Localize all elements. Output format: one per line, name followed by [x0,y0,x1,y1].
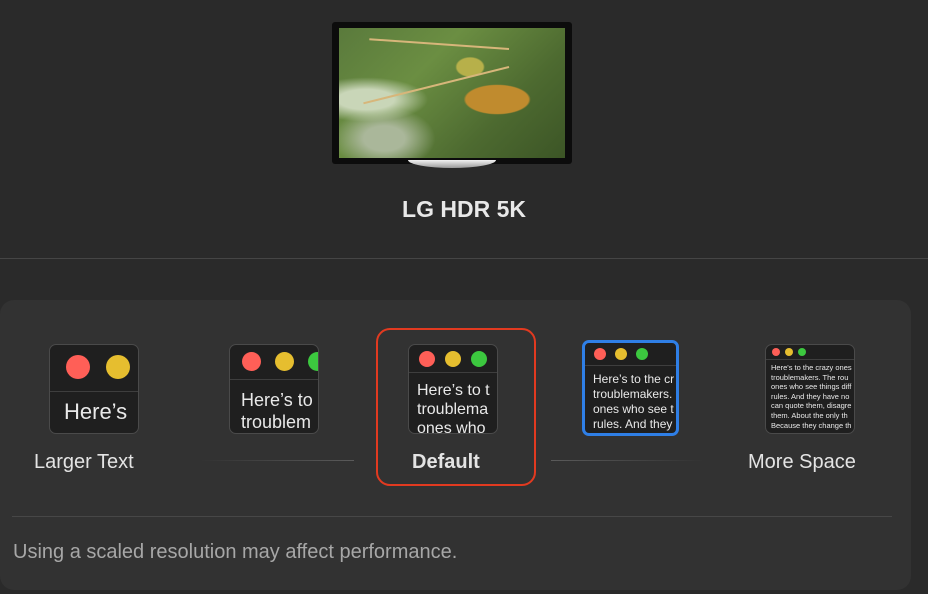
section-divider [0,258,928,259]
preview-text: Here’s to t troublema ones who [417,382,490,434]
close-dot-icon [242,352,261,371]
preview-text: Here’s [64,399,128,424]
display-name: LG HDR 5K [402,196,526,222]
mantis-antenna [363,66,510,105]
minimize-dot-icon [106,355,130,379]
resolution-option-4[interactable]: Here’s to the cr troublemakers. ones who… [582,340,679,436]
resolution-option-default[interactable]: Here’s to t troublema ones who [408,344,498,434]
performance-note: Using a scaled resolution may affect per… [13,541,458,563]
resolution-option-more-space[interactable]: Here's to the crazy ones troublemakers. … [765,344,855,434]
zoom-dot-icon [308,352,318,371]
minimize-dot-icon [445,351,461,367]
minimize-dot-icon [615,348,627,360]
window-titlebar [585,343,676,366]
close-dot-icon [594,348,606,360]
display-header: LG HDR 5K [0,0,928,258]
resolution-option-larger-text[interactable]: Here’s [49,344,139,434]
mantis-antenna [369,38,510,50]
monitor-stand-icon [408,160,496,168]
option-label-larger-text: Larger Text [34,451,134,473]
option-label-more-space: More Space [748,451,856,473]
minimize-dot-icon [785,348,793,356]
panel-divider [12,516,892,517]
close-dot-icon [772,348,780,356]
zoom-dot-icon [798,348,806,356]
minimize-dot-icon [275,352,294,371]
option-label-default: Default [412,451,480,473]
window-titlebar [50,345,138,392]
preview-text: Here's to the crazy ones troublemakers. … [771,363,852,430]
window-titlebar [766,345,854,360]
zoom-dot-icon [471,351,487,367]
scale-line-left [200,460,354,461]
close-dot-icon [419,351,435,367]
scale-line-right [551,460,705,461]
preview-text: Here’s to troublem [241,390,313,432]
window-titlebar [230,345,318,380]
preview-text: Here’s to the cr troublemakers. ones who… [593,372,675,431]
window-titlebar [409,345,497,373]
close-dot-icon [66,355,90,379]
wallpaper-preview [339,28,565,158]
resolution-option-2[interactable]: Here’s to troublem [229,344,319,434]
monitor-icon [332,22,572,164]
zoom-dot-icon [636,348,648,360]
